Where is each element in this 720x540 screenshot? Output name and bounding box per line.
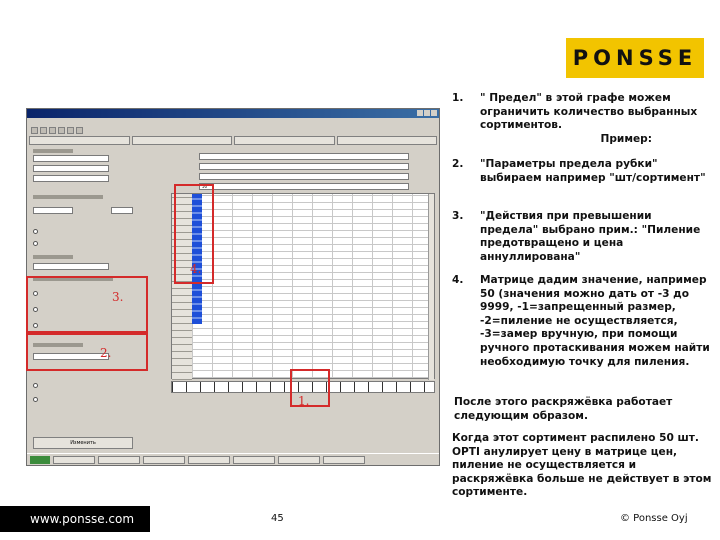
note-paragraph-2: Когда этот сортимент распилено 50 шт. OP… <box>452 432 712 499</box>
tab[interactable] <box>234 136 335 145</box>
taskbar-item[interactable] <box>53 455 95 464</box>
highlight-box-3 <box>26 276 148 333</box>
note-number: 1. <box>452 92 464 104</box>
taskbar-item[interactable] <box>98 455 140 464</box>
field-label <box>33 195 103 199</box>
toolbar-button[interactable] <box>76 126 83 134</box>
maximize-icon[interactable] <box>424 110 430 116</box>
highlight-label-1: 1. <box>298 394 310 408</box>
highlight-box-1 <box>290 369 330 407</box>
page-number: 45 <box>271 513 284 524</box>
radio-button[interactable] <box>33 229 38 234</box>
radio-button[interactable] <box>33 383 38 388</box>
note-text: Матрице дадим значение, например 50 (зна… <box>480 274 710 368</box>
taskbar-item[interactable] <box>323 455 365 464</box>
slide: PONSSE Изменить 50 4. 3. 2. 1. 1. " Пред… <box>0 0 720 540</box>
note-number: 3. <box>452 210 464 222</box>
limit-input[interactable]: 50 <box>199 183 409 190</box>
input-field[interactable] <box>199 173 409 180</box>
tab[interactable] <box>29 136 130 145</box>
window-tabs <box>29 136 437 145</box>
minimize-icon[interactable] <box>417 110 423 116</box>
logo-text: PONSSE <box>572 46 698 70</box>
toolbar-button[interactable] <box>49 126 56 134</box>
taskbar-item[interactable] <box>278 455 320 464</box>
toolbar-button[interactable] <box>40 126 47 134</box>
highlight-label-4: 4. <box>190 262 202 276</box>
toolbar-button[interactable] <box>67 126 74 134</box>
note-paragraph-1: После этого раскряжёвка работает следующ… <box>454 396 673 422</box>
footer-website: www.ponsse.com <box>0 506 150 532</box>
tab[interactable] <box>131 136 232 145</box>
taskbar-item[interactable] <box>233 455 275 464</box>
dropdown[interactable] <box>33 155 109 162</box>
window-menubar <box>27 118 439 125</box>
dropdown[interactable] <box>33 165 109 172</box>
note-text: "Параметры предела рубки" выбираем напри… <box>480 158 706 184</box>
highlight-label-3: 3. <box>112 290 124 304</box>
note-tail: Пример: <box>600 132 652 145</box>
start-button[interactable] <box>30 455 50 464</box>
field-label <box>33 149 73 153</box>
radio-button[interactable] <box>33 241 38 246</box>
note-text: "Действия при превышении предела" выбран… <box>480 210 701 263</box>
dropdown[interactable] <box>33 263 109 270</box>
copyright: © Ponsse Oyj <box>620 513 688 524</box>
toolbar-button[interactable] <box>31 126 38 134</box>
radio-button[interactable] <box>33 397 38 402</box>
scrollbar[interactable] <box>428 194 434 380</box>
input-field[interactable] <box>33 207 73 214</box>
ponsse-logo: PONSSE <box>566 38 704 78</box>
input-field[interactable] <box>199 163 409 170</box>
toolbar-button[interactable] <box>58 126 65 134</box>
note-number: 2. <box>452 158 464 170</box>
note-text: " Предел" в этой графе можем ограничить … <box>480 92 712 146</box>
dropdown[interactable] <box>33 175 109 182</box>
field-label <box>33 255 73 259</box>
taskbar-item[interactable] <box>143 455 185 464</box>
input-field[interactable] <box>199 153 409 160</box>
window-toolbar <box>27 125 439 135</box>
taskbar <box>27 453 439 465</box>
change-button[interactable]: Изменить <box>33 437 133 449</box>
tab[interactable] <box>336 136 437 145</box>
highlight-box-2 <box>26 333 148 371</box>
input-field[interactable] <box>111 207 133 214</box>
highlight-label-2: 2. <box>100 346 112 360</box>
note-number: 4. <box>452 274 464 286</box>
window-titlebar <box>27 109 439 118</box>
close-icon[interactable] <box>431 110 437 116</box>
taskbar-item[interactable] <box>188 455 230 464</box>
